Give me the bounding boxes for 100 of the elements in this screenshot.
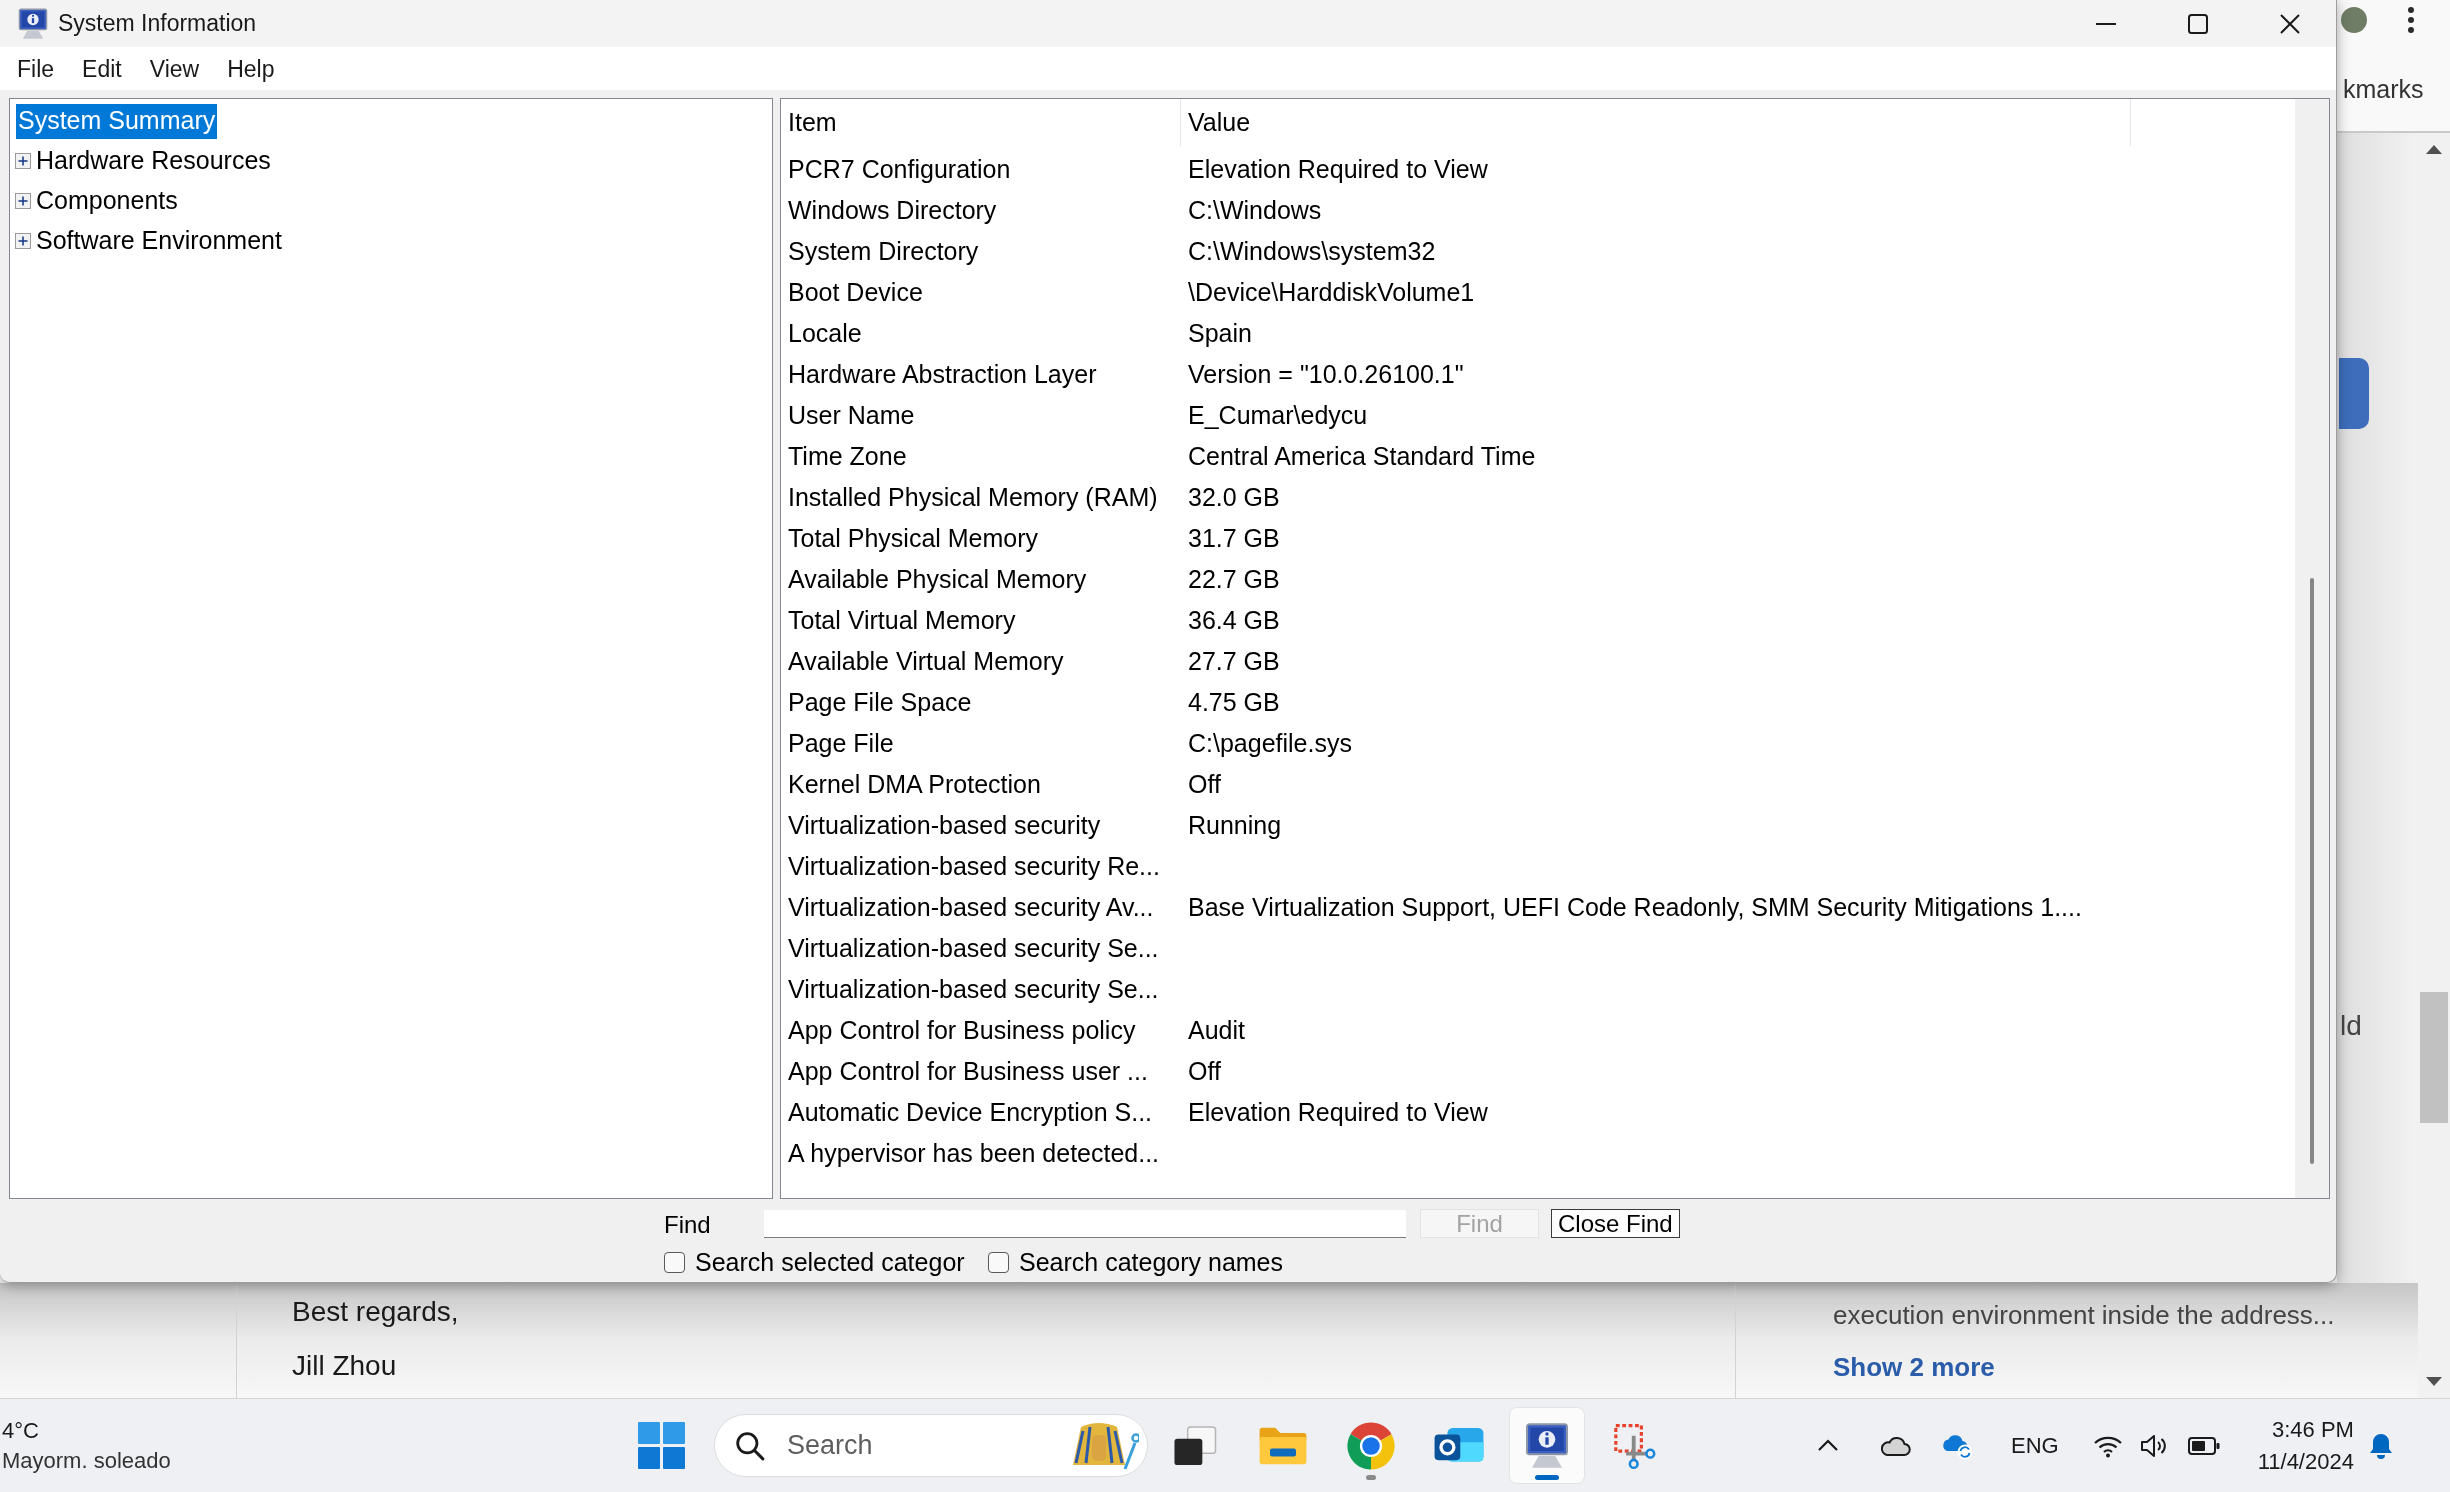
menu-item[interactable]: Help: [219, 53, 283, 84]
table-cell-text: Available Virtual Memory: [787, 645, 1065, 676]
scrollbar-thumb[interactable]: [2420, 992, 2448, 1123]
table-cell-text: Boot Device: [787, 276, 924, 307]
table-cell-text: Elevation Required to View: [1187, 1096, 1489, 1127]
find-label: Find: [664, 1211, 712, 1239]
table-cell-text: Off: [1187, 768, 1222, 799]
browser-icon: [1346, 1420, 1396, 1471]
menu-item[interactable]: Edit: [74, 53, 130, 84]
tree-item[interactable]: Software Environment: [34, 223, 284, 259]
table-cell-text: C:\Windows: [1187, 194, 1323, 225]
table-cell-text: A hypervisor has been detected...: [787, 1137, 1161, 1168]
scroll-up-icon[interactable]: [2426, 145, 2442, 154]
email-text: Best regards,: [292, 1295, 459, 1329]
clock-date[interactable]: 11/4/2024: [2257, 1445, 2354, 1478]
scroll-down-icon[interactable]: [2426, 1377, 2442, 1386]
chevron-up-icon[interactable]: [1817, 1439, 1839, 1452]
menu-item[interactable]: View: [141, 53, 208, 84]
checkbox[interactable]: [664, 1251, 685, 1273]
search-icon: [735, 1430, 765, 1461]
windows-logo-icon[interactable]: [638, 1422, 685, 1469]
menu-item[interactable]: File: [9, 53, 63, 84]
checkbox-label[interactable]: Search category names: [1019, 1248, 1284, 1276]
description-text: execution environment inside the address...: [1833, 1299, 2335, 1331]
table-cell-text: 31.7 GB: [1187, 522, 1281, 553]
table-cell-text: Virtualization-based security Se...: [787, 932, 1160, 963]
maximize-icon: [2188, 13, 2208, 34]
table-cell-text: Locale: [787, 317, 863, 348]
weather-condition[interactable]: Mayorm. soleado: [2, 1445, 171, 1476]
table-cell-text: Virtualization-based security Re...: [787, 850, 1161, 881]
table-cell-text: Virtualization-based security Se...: [787, 973, 1160, 1004]
text-fragment: ld: [2340, 1009, 2362, 1043]
show-more-link[interactable]: Show 2 more: [1833, 1351, 1995, 1383]
table-cell-text: Windows Directory: [787, 194, 998, 225]
speaker-icon[interactable]: [2139, 1432, 2168, 1459]
table-cell-text: Hardware Abstraction Layer: [787, 358, 1098, 389]
email-text: Jill Zhou: [292, 1349, 397, 1383]
more-menu-icon[interactable]: [2406, 6, 2416, 34]
table-cell-text: Installed Physical Memory (RAM): [787, 481, 1159, 512]
table-cell-text: Automatic Device Encryption S...: [787, 1096, 1154, 1127]
table-cell-text: Page File: [787, 727, 895, 758]
table-cell-text: 27.7 GB: [1187, 645, 1281, 676]
scrollbar-thumb[interactable]: [2310, 578, 2314, 1164]
column-header[interactable]: Value: [1181, 99, 2131, 146]
checkbox[interactable]: [988, 1251, 1009, 1273]
running-indicator-icon: [1535, 1475, 1559, 1480]
table-cell-text: User Name: [787, 399, 916, 430]
find-button[interactable]: Close Find: [1551, 1209, 1680, 1238]
expand-icon[interactable]: [15, 233, 31, 249]
system-info-button[interactable]: [1509, 1407, 1585, 1484]
table-cell-text: App Control for Business user ...: [787, 1055, 1149, 1086]
table-cell-text: Kernel DMA Protection: [787, 768, 1042, 799]
column-header[interactable]: Item: [781, 99, 1181, 146]
table-cell-text: Virtualization-based security Av...: [787, 891, 1155, 922]
expand-icon[interactable]: [15, 153, 31, 169]
table-cell-text: System Directory: [787, 235, 980, 266]
table-cell-text: Version = "10.0.26100.1": [1187, 358, 1465, 389]
table-cell-text: Elevation Required to View: [1187, 153, 1489, 184]
table-cell-text: PCR7 Configuration: [787, 153, 1012, 184]
snip-icon: [1613, 1422, 1657, 1469]
tree-item[interactable]: System Summary: [16, 103, 218, 139]
search-button[interactable]: Search: [714, 1414, 1148, 1477]
battery-icon[interactable]: [2187, 1436, 2220, 1455]
table-cell-text: Audit: [1187, 1014, 1246, 1045]
table-cell-text: App Control for Business policy: [787, 1014, 1137, 1045]
avatar-icon[interactable]: [2341, 7, 2367, 33]
table-cell-text: Available Physical Memory: [787, 563, 1088, 594]
table-cell-text: C:\Windows\system32: [1187, 235, 1437, 266]
checkbox-label[interactable]: Search selected categor: [695, 1248, 965, 1276]
table-cell-text: Total Physical Memory: [787, 522, 1040, 553]
tree-item[interactable]: Hardware Resources: [34, 143, 273, 179]
table-cell-text: 36.4 GB: [1187, 604, 1281, 635]
table-cell-text: Spain: [1187, 317, 1253, 348]
partial-button[interactable]: [2339, 358, 2369, 429]
table-cell-text: \Device\HarddiskVolume1: [1187, 276, 1476, 307]
table-cell-text: 22.7 GB: [1187, 563, 1281, 594]
table-cell-text: 32.0 GB: [1187, 481, 1281, 512]
table-cell-text: Page File Space: [787, 686, 973, 717]
table-cell-text: C:\pagefile.sys: [1187, 727, 1353, 758]
notification-bell-icon[interactable]: [2367, 1431, 2394, 1460]
language-indicator[interactable]: ENG: [2011, 1429, 2059, 1462]
table-cell-text: Off: [1187, 1055, 1222, 1086]
table-cell-text: E_Cumar\edycu: [1187, 399, 1369, 430]
table-cell-text: Central America Standard Time: [1187, 440, 1537, 471]
close-icon: [2280, 13, 2300, 34]
tree-item[interactable]: Components: [34, 183, 180, 219]
find-input[interactable]: [764, 1209, 1406, 1238]
clock-time[interactable]: 3:46 PM: [2272, 1413, 2354, 1446]
table-cell-text: Virtualization-based security: [787, 809, 1102, 840]
minimize-icon: [2096, 22, 2116, 25]
expand-icon[interactable]: [15, 193, 31, 209]
table-cell-text: 4.75 GB: [1187, 686, 1281, 717]
running-indicator-icon: [1366, 1475, 1376, 1480]
table-cell-text: Total Virtual Memory: [787, 604, 1017, 635]
window-title: System Information: [58, 9, 257, 39]
table-cell-text: Time Zone: [787, 440, 908, 471]
task-view-icon: [1171, 1423, 1219, 1468]
table-cell-text: Base Virtualization Support, UEFI Code Readonly, SMM Security Mitigations 1....: [1187, 891, 2083, 922]
weather-temperature[interactable]: 4°C: [2, 1415, 39, 1446]
table-cell-text: Running: [1187, 809, 1283, 840]
